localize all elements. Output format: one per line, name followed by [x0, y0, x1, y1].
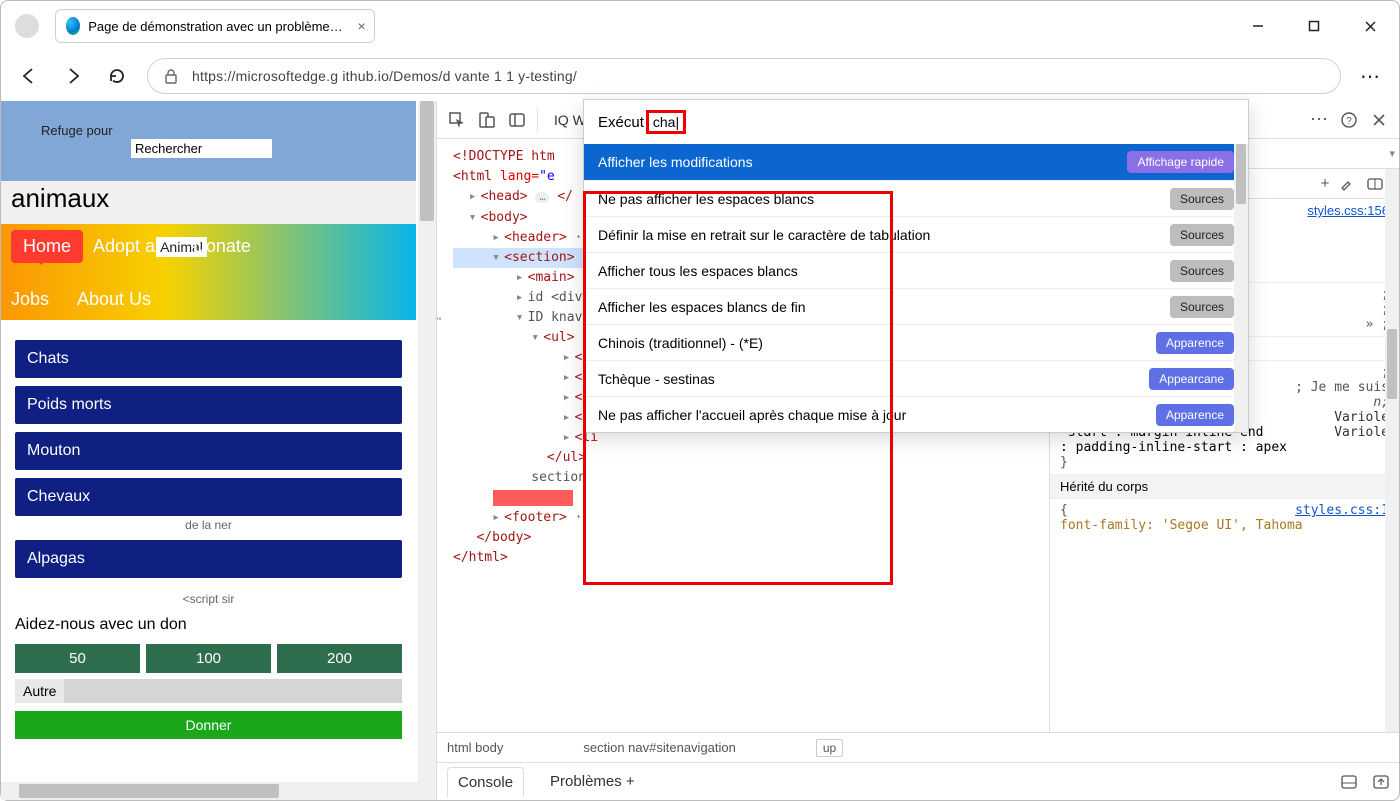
css-rule-text: font-family: 'Segoe UI', Tahoma	[1060, 518, 1389, 533]
devtools-drawer: Console Problèmes +	[437, 762, 1399, 800]
list-item[interactable]: Mouton	[15, 432, 402, 470]
maximize-icon[interactable]	[1299, 11, 1329, 41]
panel-toggle-icon[interactable]	[503, 106, 531, 134]
page-nav: Home Adopt a AnimalDonate Jobs About Us	[1, 224, 416, 320]
window-titlebar: Page de démonstration avec un problème d…	[1, 1, 1399, 51]
palette-item-label: Définir la mise en retrait sur le caract…	[598, 227, 930, 243]
inherited-from-label: Hérité du corps	[1050, 474, 1399, 499]
drawer-expand-icon[interactable]	[1373, 775, 1389, 789]
nav-adopt[interactable]: Adopt a AnimalDonate	[93, 230, 251, 263]
styles-scrollbar[interactable]	[1385, 169, 1399, 732]
back-button[interactable]	[15, 62, 43, 90]
palette-item-label: Afficher tous les espaces blancs	[598, 263, 798, 279]
truncated-script-text: <script sir	[1, 592, 416, 606]
new-style-rule-icon[interactable]: +	[1311, 175, 1339, 192]
donate-button[interactable]: Donner	[15, 711, 402, 739]
drawer-tab-console[interactable]: Console	[447, 767, 524, 797]
donation-other-input[interactable]	[64, 679, 402, 703]
close-tab-icon[interactable]: ×	[354, 18, 368, 34]
palette-item-badge: Sources	[1170, 224, 1234, 246]
palette-typed-text: cha|	[646, 110, 686, 134]
palette-item[interactable]: Ne pas afficher l'accueil après chaque m…	[584, 396, 1248, 432]
palette-scrollbar[interactable]	[1234, 144, 1248, 432]
palette-item-badge: Appearcane	[1149, 368, 1234, 390]
page-hero: Refuge pour Rechercher	[1, 101, 416, 181]
dom-row-actions-icon[interactable]: ⋯	[437, 311, 441, 327]
svg-text:?: ?	[1346, 116, 1352, 127]
list-item[interactable]: Poids morts	[15, 386, 402, 424]
palette-item-label: Ne pas afficher les espaces blancs	[598, 191, 814, 207]
nav-about[interactable]: About Us	[77, 283, 151, 310]
lock-icon	[164, 68, 178, 84]
nav-home[interactable]: Home	[11, 230, 83, 263]
palette-item-label: Afficher les modifications	[598, 154, 753, 170]
list-item[interactable]: Alpagas	[15, 540, 402, 578]
brush-icon[interactable]	[1339, 177, 1367, 191]
styles-source-link[interactable]: styles.css:156	[1307, 203, 1389, 218]
tab-title: Page de démonstration avec un problème d…	[88, 19, 345, 34]
palette-item-label: Chinois (traditionnel) - (*E)	[598, 335, 763, 351]
horizontal-scrollbar[interactable]	[1, 782, 418, 800]
rendered-page: Refuge pour Rechercher animaux Home Adop…	[1, 101, 436, 800]
donation-amount-button[interactable]: 200	[277, 644, 402, 673]
palette-item-label: Ne pas afficher l'accueil après chaque m…	[598, 407, 906, 423]
page-heading-wrap: animaux	[1, 181, 416, 224]
palette-item[interactable]: Afficher les espaces blancs de fin Source…	[584, 288, 1248, 324]
help-icon[interactable]: ?	[1335, 106, 1363, 134]
dom-breadcrumb[interactable]: html body section nav#sitenavigation up	[437, 732, 1399, 762]
profile-avatar[interactable]	[15, 14, 39, 38]
browser-menu-icon[interactable]: ⋯	[1357, 62, 1385, 90]
palette-item-badge: Apparence	[1156, 404, 1234, 426]
drawer-tab-problems[interactable]: Problèmes +	[540, 767, 645, 796]
address-bar[interactable]: https://microsoftedge.g ithub.io/Demos/d…	[147, 58, 1341, 94]
palette-item[interactable]: Tchèque - sestinas Appearcane	[584, 360, 1248, 396]
donation-other-label: Autre	[15, 679, 64, 703]
palette-item-badge: Sources	[1170, 260, 1234, 282]
donation-heading: Aidez-nous avec un don	[15, 616, 402, 634]
palette-item[interactable]: Ne pas afficher les espaces blancs Source…	[584, 180, 1248, 216]
palette-item-badge: Sources	[1170, 188, 1234, 210]
palette-prefix: Exécut	[598, 114, 644, 131]
vertical-scrollbar[interactable]	[418, 101, 436, 800]
palette-item-badge: Affichage rapide	[1127, 151, 1234, 173]
breadcrumb-up-button[interactable]: up	[816, 739, 843, 757]
devtools-menu-icon[interactable]: ⋯	[1305, 106, 1333, 134]
close-window-icon[interactable]	[1355, 11, 1385, 41]
palette-item-badge: Apparence	[1156, 332, 1234, 354]
donation-section: Aidez-nous avec un don 50 100 200 Autre …	[1, 616, 416, 749]
donation-amount-button[interactable]: 100	[146, 644, 271, 673]
donation-amount-button[interactable]: 50	[15, 644, 140, 673]
dom-selection-marker	[493, 490, 573, 506]
palette-item[interactable]: Chinois (traditionnel) - (*E) Apparence	[584, 324, 1248, 360]
hero-text-refuge: Refuge pour	[41, 123, 113, 138]
browser-tab[interactable]: Page de démonstration avec un problème d…	[55, 9, 375, 43]
palette-item-label: Afficher les espaces blancs de fin	[598, 299, 806, 315]
list-item[interactable]: Chevaux	[15, 478, 402, 516]
palette-item[interactable]: Afficher tous les espaces blancs Sources	[584, 252, 1248, 288]
forward-button[interactable]	[59, 62, 87, 90]
device-toggle-icon[interactable]	[473, 106, 501, 134]
palette-item-badge: Sources	[1170, 296, 1234, 318]
edge-icon	[66, 17, 80, 35]
minimize-icon[interactable]	[1243, 11, 1273, 41]
inspect-element-icon[interactable]	[443, 106, 471, 134]
close-devtools-icon[interactable]	[1365, 106, 1393, 134]
command-palette[interactable]: Exécutcha| Afficher les modificationsAff…	[583, 99, 1249, 433]
palette-item[interactable]: Définir la mise en retrait sur le caract…	[584, 216, 1248, 252]
url-text: https://microsoftedge.g ithub.io/Demos/d…	[192, 68, 577, 84]
search-label[interactable]: Rechercher	[131, 139, 272, 158]
page-heading: animaux	[11, 183, 406, 214]
refresh-button[interactable]	[103, 62, 131, 90]
styles-source-link[interactable]: styles.css:1	[1295, 503, 1389, 518]
truncated-text: de la ner	[15, 518, 402, 532]
list-item[interactable]: Chats	[15, 340, 402, 378]
animal-list: Chats Poids morts Mouton Chevaux de la n…	[1, 320, 416, 586]
palette-item-label: Tchèque - sestinas	[598, 371, 715, 387]
browser-toolbar: https://microsoftedge.g ithub.io/Demos/d…	[1, 51, 1399, 101]
nav-jobs[interactable]: Jobs	[11, 283, 67, 310]
palette-item[interactable]: Afficher les modifications Affichage rapi…	[584, 144, 1248, 180]
palette-search-row[interactable]: Exécutcha|	[584, 100, 1248, 144]
drawer-dock-icon[interactable]	[1341, 775, 1357, 789]
